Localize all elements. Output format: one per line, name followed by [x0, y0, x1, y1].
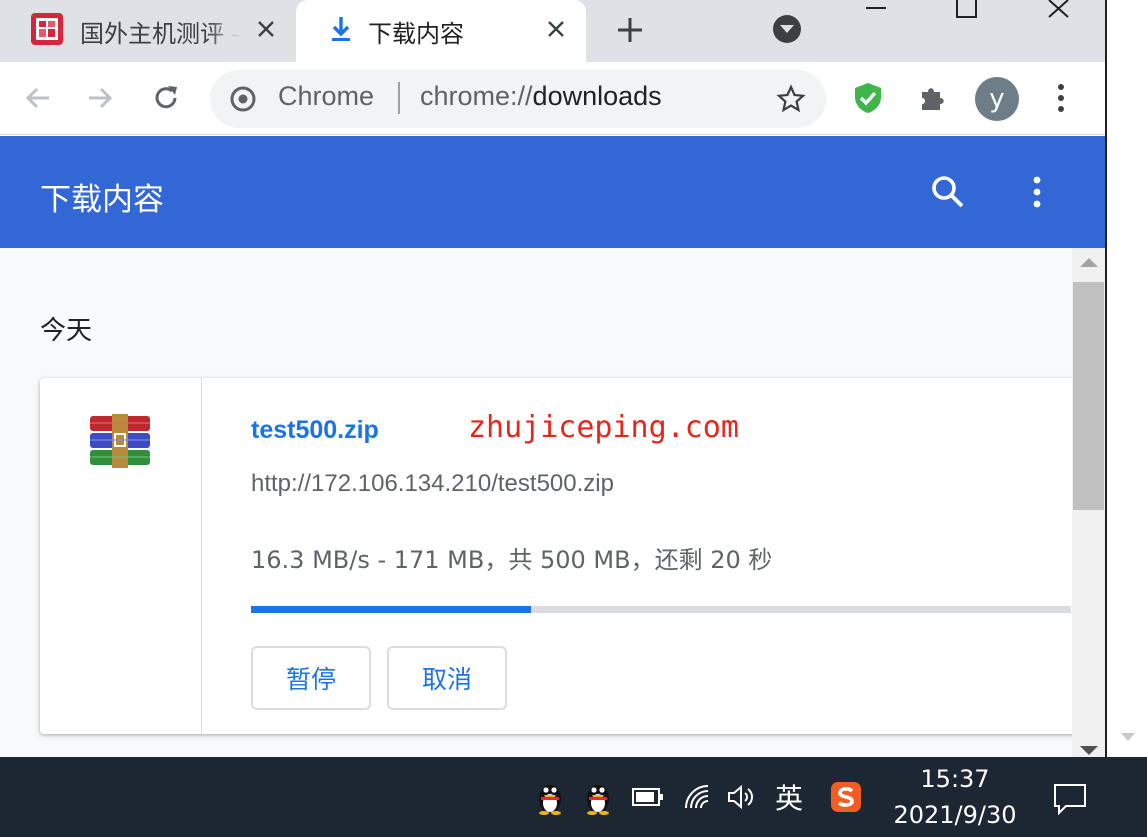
- downloads-list: 今天 test500.zip zhujiceping.com http://17…: [0, 248, 1072, 757]
- tab-downloads[interactable]: 下载内容: [296, 0, 586, 62]
- address-bar[interactable]: Chrome chrome://downloads: [210, 70, 826, 128]
- cancel-button[interactable]: 取消: [387, 646, 507, 710]
- scroll-down-arrow-icon: [1121, 733, 1135, 741]
- downloads-header: 下载内容: [0, 136, 1105, 248]
- bookmark-star-icon[interactable]: [776, 84, 806, 114]
- input-method-indicator[interactable]: 英: [770, 777, 808, 817]
- progress-status: 16.3 MB/s - 171 MB，共 500 MB，还剩 20 秒: [251, 546, 773, 574]
- reload-icon[interactable]: [146, 78, 186, 118]
- tab-strip: 国外主机测评 - 下载内容: [0, 0, 1105, 62]
- progress-bar: [251, 606, 1071, 613]
- clock-time[interactable]: 15:37: [880, 765, 1030, 793]
- adblock-shield-icon[interactable]: [848, 78, 888, 118]
- tab-title: 国外主机测评 -: [80, 20, 240, 48]
- browser-toolbar: Chrome chrome://downloads y: [0, 62, 1105, 135]
- more-vert-icon[interactable]: [1022, 172, 1052, 212]
- notification-center-icon[interactable]: [1052, 781, 1088, 817]
- profile-avatar[interactable]: y: [975, 77, 1019, 121]
- scroll-up-arrow-icon[interactable]: [1080, 258, 1098, 267]
- windows-taskbar: 英 15:37 2021/9/30: [0, 757, 1147, 837]
- url-text[interactable]: chrome://downloads: [420, 81, 662, 112]
- clock-date[interactable]: 2021/9/30: [880, 801, 1030, 829]
- origin-label: Chrome: [278, 81, 375, 111]
- tab-search-icon[interactable]: [770, 12, 804, 46]
- download-icon: [324, 12, 358, 46]
- back-arrow-icon[interactable]: [18, 78, 58, 118]
- extensions-puzzle-icon[interactable]: [912, 78, 952, 118]
- card-divider: [201, 378, 202, 734]
- file-name-link[interactable]: test500.zip: [251, 416, 379, 445]
- page-scrollbar[interactable]: [1072, 248, 1105, 757]
- winrar-archive-icon: [88, 414, 152, 468]
- progress-bar-fill: [251, 606, 532, 613]
- maximize-icon[interactable]: [920, 0, 1012, 28]
- source-url[interactable]: http://172.106.134.210/test500.zip: [251, 470, 614, 498]
- page-title: 下载内容: [40, 182, 164, 218]
- search-icon[interactable]: [928, 172, 968, 212]
- scrollbar-thumb[interactable]: [1073, 282, 1104, 510]
- qq-penguin-icon[interactable]: [532, 777, 568, 817]
- site-logo-icon: [30, 12, 64, 46]
- url-host: downloads: [532, 81, 662, 111]
- omnibox-separator: [398, 82, 400, 114]
- tab-title: 下载内容: [368, 20, 464, 48]
- date-header: 今天: [40, 316, 93, 346]
- window-close-icon[interactable]: [1012, 0, 1104, 28]
- qq-penguin-icon[interactable]: [580, 777, 616, 817]
- volume-icon[interactable]: [724, 777, 758, 817]
- browser-window: 国外主机测评 - 下载内容 Chrome chrome://downloads …: [0, 0, 1105, 757]
- watermark-text: zhujiceping.com: [468, 410, 739, 445]
- tab-zhujiceping[interactable]: 国外主机测评 -: [0, 0, 296, 62]
- background-window-edge: [1105, 0, 1147, 757]
- url-scheme: chrome://: [420, 81, 533, 111]
- pause-button[interactable]: 暂停: [251, 646, 371, 710]
- wifi-icon[interactable]: [682, 777, 714, 817]
- chrome-logo-icon: [230, 86, 256, 112]
- minimize-icon[interactable]: [830, 0, 922, 28]
- battery-icon[interactable]: [630, 777, 666, 817]
- forward-arrow-icon[interactable]: [80, 78, 120, 118]
- more-vert-icon[interactable]: [1041, 78, 1081, 118]
- new-tab-icon[interactable]: [612, 12, 648, 48]
- download-item-card: test500.zip zhujiceping.com http://172.1…: [40, 378, 1072, 734]
- close-icon[interactable]: [254, 17, 278, 41]
- sogou-ime-icon[interactable]: [828, 777, 864, 817]
- close-icon[interactable]: [544, 17, 568, 41]
- scroll-down-arrow-icon[interactable]: [1080, 746, 1098, 755]
